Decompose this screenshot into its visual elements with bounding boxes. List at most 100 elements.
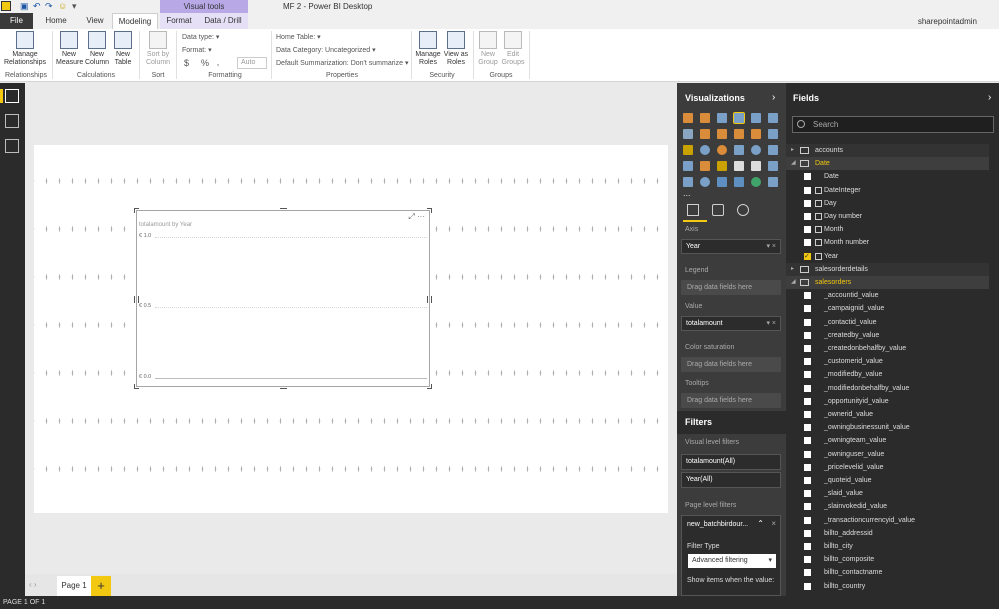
field-item[interactable]: billto_composite bbox=[786, 553, 989, 566]
redo-icon[interactable]: ↷ bbox=[45, 1, 53, 12]
field-item[interactable]: _customerid_value bbox=[786, 355, 989, 368]
field-checkbox[interactable] bbox=[804, 292, 811, 300]
waterfall-chart-icon[interactable] bbox=[683, 145, 693, 155]
pie-chart-icon[interactable] bbox=[717, 145, 727, 155]
field-checkbox[interactable] bbox=[804, 543, 811, 550]
new-group-button[interactable]: New Group bbox=[477, 31, 499, 67]
field-checkbox[interactable] bbox=[804, 305, 811, 313]
field-item[interactable]: _slainvokedid_value bbox=[786, 500, 989, 513]
field-checkbox[interactable] bbox=[804, 477, 811, 484]
currency-button[interactable]: $ bbox=[184, 58, 189, 68]
more-visuals-icon[interactable]: ... bbox=[683, 188, 691, 198]
card-icon[interactable] bbox=[734, 161, 744, 171]
view-as-roles-button[interactable]: View as Roles bbox=[443, 31, 469, 67]
resize-handle[interactable] bbox=[427, 384, 432, 389]
field-table-salesorderdetails[interactable]: ▸ salesorderdetails bbox=[786, 262, 989, 276]
field-checkbox[interactable] bbox=[804, 569, 811, 577]
field-item[interactable]: _modifiedby_value bbox=[786, 368, 989, 381]
page-tab-page-1[interactable]: Page 1 bbox=[57, 576, 91, 596]
relationships-view-icon[interactable] bbox=[5, 139, 19, 153]
field-checkbox[interactable] bbox=[804, 371, 811, 379]
tooltips-drop-zone[interactable]: Drag data fields here bbox=[681, 393, 781, 408]
resize-handle[interactable] bbox=[280, 384, 287, 389]
matrix-icon[interactable] bbox=[683, 161, 693, 171]
100-stacked-bar-chart-icon[interactable] bbox=[751, 113, 761, 123]
field-checkbox[interactable] bbox=[804, 463, 811, 471]
field-table-date[interactable]: ◢ Date bbox=[786, 157, 989, 171]
clustered-bar-chart-icon[interactable] bbox=[717, 113, 727, 123]
signed-in-user[interactable]: sharepointadmin bbox=[918, 17, 977, 26]
field-item[interactable]: Day number bbox=[786, 210, 989, 223]
collapse-fields-icon[interactable]: › bbox=[988, 92, 991, 103]
field-item[interactable]: _slaid_value bbox=[786, 487, 989, 500]
manage-roles-button[interactable]: Manage Roles bbox=[414, 31, 442, 67]
fields-search-input[interactable]: Search bbox=[792, 116, 994, 133]
remove-filter-icon[interactable]: × bbox=[771, 519, 776, 528]
field-item[interactable]: _pricelevelid_value bbox=[786, 461, 989, 474]
gauge-icon[interactable] bbox=[717, 161, 727, 171]
field-checkbox[interactable] bbox=[804, 226, 811, 234]
page-nav-arrows[interactable]: ‹ › bbox=[29, 580, 37, 589]
field-item[interactable]: billto_city bbox=[786, 540, 989, 553]
collapse-visualizations-icon[interactable]: › bbox=[772, 92, 775, 103]
field-item[interactable]: _owninguser_value bbox=[786, 448, 989, 461]
new-measure-button[interactable]: New Measure bbox=[56, 31, 83, 67]
remove-field-icon[interactable]: ▾ × bbox=[766, 317, 776, 330]
line-and-clustered-column-icon[interactable] bbox=[751, 129, 761, 139]
resize-handle[interactable] bbox=[280, 208, 287, 213]
kpi-icon[interactable] bbox=[768, 161, 778, 171]
collapse-triangle-icon[interactable]: ◢ bbox=[791, 157, 796, 170]
column-chart-visual[interactable]: ⤢ ··· totalamount by Year € 1.0 € 0.5 € … bbox=[134, 208, 432, 389]
filter-item-totalamount[interactable]: totalamount(All) bbox=[681, 454, 781, 470]
tab-home[interactable]: Home bbox=[38, 13, 74, 29]
resize-handle[interactable] bbox=[427, 208, 432, 213]
field-item[interactable]: Year bbox=[786, 250, 989, 263]
ribbon-chart-icon[interactable] bbox=[768, 129, 778, 139]
field-item[interactable]: Day bbox=[786, 197, 989, 210]
format-dropdown[interactable]: Format: ▾ bbox=[182, 46, 212, 54]
smiley-feedback-icon[interactable]: ☺ bbox=[58, 1, 67, 11]
field-item[interactable]: _createdby_value bbox=[786, 329, 989, 342]
focus-mode-icon[interactable]: ⤢ bbox=[408, 212, 414, 221]
field-checkbox[interactable] bbox=[804, 529, 811, 537]
field-item[interactable]: _owningbusinessunit_value bbox=[786, 421, 989, 434]
color-saturation-drop-zone[interactable]: Drag data fields here bbox=[681, 357, 781, 372]
tab-modeling[interactable]: Modeling bbox=[112, 13, 158, 29]
add-page-button[interactable]: + bbox=[91, 576, 111, 596]
tab-data-drill[interactable]: Data / Drill bbox=[198, 13, 248, 29]
field-checkbox[interactable] bbox=[804, 358, 811, 366]
decimal-places-input[interactable]: Auto bbox=[237, 57, 267, 69]
collapse-triangle-icon[interactable]: ◢ bbox=[791, 276, 796, 289]
expand-triangle-icon[interactable]: ▸ bbox=[791, 144, 794, 157]
field-checkbox[interactable] bbox=[804, 250, 811, 263]
field-item[interactable]: _owningteam_value bbox=[786, 434, 989, 447]
field-item[interactable]: _transactioncurrencyid_value bbox=[786, 514, 989, 527]
field-item[interactable]: Month bbox=[786, 223, 989, 236]
field-checkbox[interactable] bbox=[804, 239, 811, 247]
more-options-icon[interactable]: ··· bbox=[417, 212, 425, 221]
field-checkbox[interactable] bbox=[804, 384, 811, 392]
comma-button[interactable]: ‚ bbox=[217, 57, 219, 67]
field-item[interactable]: Date bbox=[786, 170, 989, 183]
field-checkbox[interactable] bbox=[804, 345, 811, 352]
field-checkbox[interactable] bbox=[804, 199, 811, 207]
field-checkbox[interactable] bbox=[804, 437, 811, 445]
axis-well-field[interactable]: Year ▾ × bbox=[681, 239, 781, 254]
legend-drop-zone[interactable]: Drag data fields here bbox=[681, 280, 781, 295]
field-item[interactable]: _quoteid_value bbox=[786, 474, 989, 487]
field-checkbox[interactable] bbox=[804, 516, 811, 524]
multi-row-card-icon[interactable] bbox=[751, 161, 761, 171]
field-item[interactable]: Month number bbox=[786, 236, 989, 249]
funnel-icon[interactable] bbox=[700, 161, 710, 171]
line-chart-icon[interactable] bbox=[683, 129, 693, 139]
collapse-filter-icon[interactable]: ⌃ bbox=[757, 519, 764, 528]
100-stacked-column-chart-icon[interactable] bbox=[768, 113, 778, 123]
resize-handle[interactable] bbox=[134, 296, 139, 303]
field-item[interactable]: DateInteger bbox=[786, 184, 989, 197]
field-checkbox[interactable] bbox=[804, 397, 811, 405]
expand-triangle-icon[interactable]: ▸ bbox=[791, 263, 794, 276]
sort-by-column-button[interactable]: Sort by Column bbox=[143, 31, 173, 67]
line-and-stacked-column-icon[interactable] bbox=[734, 129, 744, 139]
value-well-field[interactable]: totalamount ▾ × bbox=[681, 316, 781, 331]
map-icon[interactable] bbox=[751, 145, 761, 155]
